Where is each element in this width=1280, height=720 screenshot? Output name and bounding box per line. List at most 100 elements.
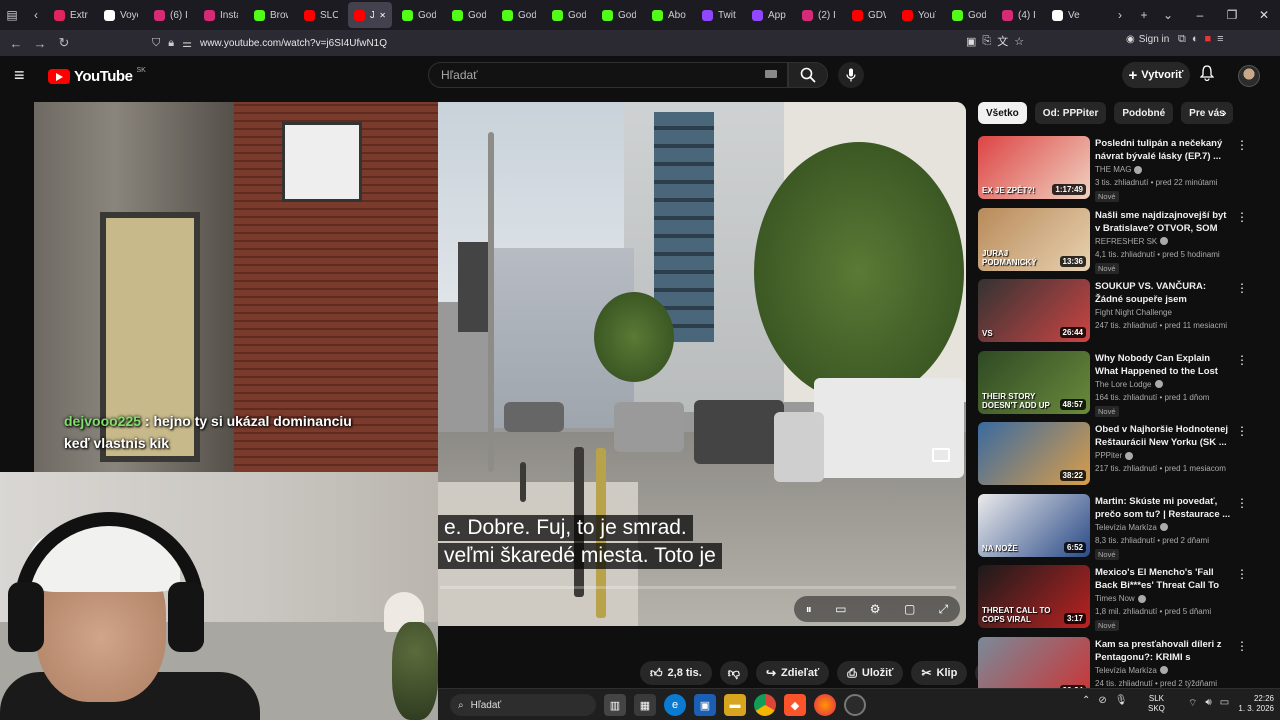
task-view-icon[interactable]: ▥ — [604, 694, 626, 716]
more-vertical-icon[interactable]: ⋮ — [1236, 424, 1248, 438]
video-thumbnail[interactable]: NA NOŽE 6:52 — [978, 493, 1090, 557]
close-window-icon[interactable]: ✕ — [1248, 0, 1280, 30]
more-vertical-icon[interactable]: ⋮ — [1236, 639, 1248, 653]
tab-scroll-left-icon[interactable]: ‹ — [24, 2, 48, 28]
more-vertical-icon[interactable]: ⋮ — [1236, 281, 1248, 295]
translate-icon[interactable]: 文 — [997, 33, 1008, 49]
dislike-button[interactable]: 👎︎ — [719, 661, 748, 685]
browser-tab[interactable]: Godw — [596, 2, 642, 28]
browser-tab[interactable]: Twitch — [696, 2, 742, 28]
sign-in-button[interactable]: ◉ Sign in — [1126, 34, 1169, 45]
screenshot-icon[interactable]: ▣ — [966, 35, 976, 48]
keyboard-icon[interactable] — [765, 70, 777, 78]
edge-icon[interactable]: e — [664, 694, 686, 716]
browser-tab[interactable]: Godw — [946, 2, 992, 28]
recommendation-item[interactable]: JURAJ PODMANICKÝ 13:36 Našli sme najdizajn… — [978, 207, 1268, 280]
channel-name[interactable]: PPPiter — [1095, 451, 1134, 460]
page-permissions-icon[interactable]: ⚌ — [182, 37, 192, 50]
browser-tab[interactable]: Ve — [1046, 2, 1092, 28]
more-vertical-icon[interactable]: ⋮ — [1236, 353, 1248, 367]
brave-icon[interactable]: ◆ — [784, 694, 806, 716]
notifications-bell-icon[interactable] — [1199, 65, 1215, 84]
back-icon[interactable]: ← — [4, 31, 28, 55]
video-title[interactable]: Obed v Najhoršie Hodnotenej Reštaurácii … — [1095, 423, 1231, 449]
video-thumbnail[interactable]: JURAJ PODMANICKÝ 13:36 — [978, 207, 1090, 271]
close-tab-icon[interactable]: ✕ — [379, 11, 386, 20]
save-button[interactable]: ⎙ Uložiť — [837, 661, 904, 685]
browser-tab[interactable]: About — [646, 2, 692, 28]
save-page-icon[interactable]: ⎘ — [982, 35, 991, 48]
maximize-icon[interactable]: ❐ — [1216, 0, 1248, 30]
browser-tab[interactable]: Godw — [446, 2, 492, 28]
taskbar-search[interactable]: ⌕ Hľadať — [450, 694, 596, 716]
chip-all[interactable]: Všetko — [978, 102, 1027, 124]
browser-tab[interactable]: GDW — [846, 2, 892, 28]
browser-tab[interactable]: Godw — [396, 2, 442, 28]
recommendation-item[interactable]: 38:22 Obed v Najhoršie Hodnotenej Reštaur… — [978, 422, 1268, 494]
url-text[interactable]: www.youtube.com/watch?v=j6SI4UfwN1Q — [200, 38, 387, 49]
autoplay-toggle-icon[interactable]: ⏸ — [806, 602, 812, 617]
user-avatar[interactable] — [1238, 65, 1260, 87]
progress-bar[interactable] — [440, 586, 956, 589]
recommendation-item[interactable]: EX JE ZPĚT?! 1:17:49 Posledni tulipán a ne… — [978, 136, 1268, 208]
menu-icon[interactable]: ≡ — [1217, 33, 1223, 46]
video-thumbnail[interactable]: EX JE ZPĚT?! 1:17:49 — [978, 136, 1090, 199]
channel-name[interactable]: Fight Night Challenge — [1095, 308, 1172, 317]
chip-from-channel[interactable]: Od: PPPiter — [1034, 102, 1107, 124]
channel-name[interactable]: The Lore Lodge — [1095, 380, 1163, 389]
browser-tab[interactable]: Jeď ✕ — [348, 2, 392, 28]
voice-search-button[interactable] — [838, 62, 864, 88]
channel-name[interactable]: Times Now — [1095, 594, 1146, 603]
share-button[interactable]: ↪ Zdieľať — [755, 661, 830, 685]
windows-store-icon[interactable]: ▣ — [694, 694, 716, 716]
youtube-logo[interactable]: YouTube SK — [48, 67, 146, 85]
recommendation-item[interactable]: THEIR STORY DOESN'T ADD UP 48:57 Why Nobod… — [978, 350, 1268, 423]
channel-name[interactable]: Televízia Markíza — [1095, 523, 1168, 532]
guide-menu-icon[interactable]: ≡ — [14, 66, 34, 86]
store-icon[interactable]: ▦ — [634, 694, 656, 716]
recommendation-item[interactable]: VS 26:44 SOUKUP VS. VANČURA: Žádné soupeře… — [978, 279, 1268, 351]
file-explorer-icon[interactable]: ▬ — [724, 694, 746, 716]
clip-button[interactable]: ✂ Klip — [911, 661, 968, 685]
video-thumbnail[interactable]: THEIR STORY DOESN'T ADD UP 48:57 — [978, 350, 1090, 414]
video-title[interactable]: Martin: Skúste mi povedať, prečo som tu?… — [1095, 495, 1231, 521]
video-title[interactable]: Kam sa presťahovali díleri z Pentagonu?:… — [1095, 638, 1231, 664]
firefox-icon[interactable] — [814, 694, 836, 716]
browser-tab[interactable]: Godw — [546, 2, 592, 28]
forward-icon[interactable]: → — [28, 31, 52, 55]
picture-in-picture-icon[interactable] — [932, 448, 950, 462]
browser-tab[interactable]: (6) Ins — [148, 2, 194, 28]
video-title[interactable]: Mexico's El Mencho's 'Fall Back Bi***es'… — [1095, 566, 1231, 592]
browser-tab[interactable]: Godw — [496, 2, 542, 28]
video-thumbnail[interactable]: THREAT CALL TO COPS VIRAL 3:17 — [978, 565, 1090, 628]
address-bar[interactable]: ⛉ 🔒︎ ⚌ www.youtube.com/watch?v=j6SI4UfwN… — [152, 33, 1052, 53]
video-title[interactable]: Posledni tulipán a nečekaný návrat býval… — [1095, 137, 1231, 163]
tray-overflow-icon[interactable]: ⌃ — [1082, 695, 1090, 706]
tray-microphone-icon[interactable]: 🎙︎ — [1115, 695, 1128, 706]
browser-tab[interactable]: YouTu — [896, 2, 942, 28]
browser-tab[interactable]: (2) Ins — [796, 2, 842, 28]
settings-gear-icon[interactable]: ⚙ — [870, 602, 881, 616]
shield-icon[interactable]: ⛉ — [152, 37, 160, 50]
recommendation-item[interactable]: THREAT CALL TO COPS VIRAL 3:17 Mexico's El… — [978, 565, 1268, 637]
extensions-icon[interactable]: ⧉ — [1178, 33, 1186, 46]
video-title[interactable]: SOUKUP VS. VANČURA: Žádné soupeře jsem n… — [1095, 280, 1231, 306]
chevron-right-icon[interactable]: › — [1222, 104, 1227, 120]
channel-name[interactable]: Televízia Markíza — [1095, 666, 1168, 675]
search-input[interactable]: Hľadať — [428, 62, 788, 88]
reload-icon[interactable]: ↻ — [52, 31, 76, 55]
video-title[interactable]: Why Nobody Can Explain What Happened to … — [1095, 352, 1231, 378]
new-tab-icon[interactable]: + — [1132, 2, 1156, 28]
input-language[interactable]: SLK SKQ — [1148, 694, 1165, 714]
like-button[interactable]: 👍︎ 2,8 tis. — [640, 661, 712, 685]
more-vertical-icon[interactable]: ⋮ — [1236, 210, 1248, 224]
fullscreen-icon[interactable]: ⤢ — [939, 602, 949, 617]
chrome-icon[interactable] — [754, 694, 776, 716]
more-vertical-icon[interactable]: ⋮ — [1236, 138, 1248, 152]
notification-muted-icon[interactable]: ⊘ — [1098, 695, 1106, 706]
browser-tab[interactable]: Instag — [198, 2, 244, 28]
subtitles-icon[interactable]: ▭ — [835, 602, 846, 616]
more-vertical-icon[interactable]: ⋮ — [1236, 567, 1248, 581]
browser-tab[interactable]: SLOV — [298, 2, 344, 28]
browser-tab[interactable]: Extré — [48, 2, 94, 28]
